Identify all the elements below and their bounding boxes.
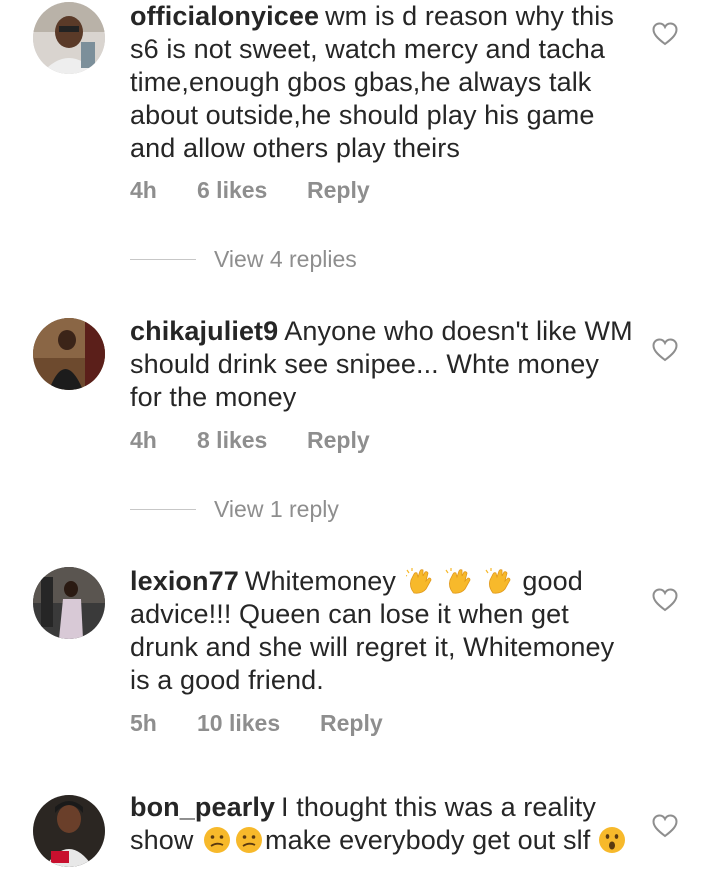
comment-time: 4h: [130, 427, 157, 453]
comment-username[interactable]: chikajuliet9: [130, 316, 278, 346]
replies-divider: [130, 259, 196, 260]
reply-button[interactable]: Reply: [307, 426, 370, 454]
comment-meta: 4h 6 likes Reply: [130, 176, 530, 204]
reply-button[interactable]: Reply: [320, 709, 383, 737]
heart-outline-icon[interactable]: [652, 814, 678, 838]
comment-meta: 4h 8 likes Reply: [130, 426, 530, 454]
comment-meta: 5h 10 likes Reply: [130, 709, 530, 737]
clapping-hands-icon: [445, 567, 473, 595]
comment-text: lexion77 Whitemoney good advice!!! Queen …: [130, 565, 635, 697]
comment-text: officialonyicee wm is d reason why this s…: [130, 0, 635, 165]
view-replies[interactable]: View 1 reply: [130, 494, 450, 524]
avatar[interactable]: [33, 795, 105, 867]
clapping-hands-icon: [405, 567, 434, 595]
comment-text: bon_pearly I thought this was a reality s…: [130, 791, 635, 857]
avatar[interactable]: [33, 2, 105, 74]
heart-outline-icon[interactable]: [652, 588, 678, 612]
comment-username[interactable]: bon_pearly: [130, 792, 275, 822]
comment-likes[interactable]: 8 likes: [197, 426, 267, 454]
view-replies[interactable]: View 4 replies: [130, 244, 450, 274]
confused-face-icon: [203, 826, 231, 854]
clapping-hands-icon: [485, 567, 513, 595]
comment-time: 4h: [130, 177, 157, 203]
comment-likes[interactable]: 6 likes: [197, 176, 267, 204]
comment-body-start: Whitemoney: [244, 566, 396, 596]
comment-likes[interactable]: 10 likes: [197, 709, 280, 737]
comment-time: 5h: [130, 710, 157, 736]
comment-username[interactable]: lexion77: [130, 566, 239, 596]
comment-text: chikajuliet9 Anyone who doesn't like WM s…: [130, 315, 635, 414]
view-replies-label[interactable]: View 1 reply: [214, 494, 339, 524]
confused-face-icon: [235, 826, 263, 854]
view-replies-label[interactable]: View 4 replies: [214, 244, 357, 274]
comment-body-end: make everybody get out slf: [265, 825, 591, 855]
avatar[interactable]: [33, 318, 105, 390]
replies-divider: [130, 509, 196, 510]
heart-outline-icon[interactable]: [652, 22, 678, 46]
astonished-face-icon: [598, 826, 626, 854]
comment-username[interactable]: officialonyicee: [130, 1, 319, 31]
heart-outline-icon[interactable]: [652, 338, 678, 362]
avatar[interactable]: [33, 567, 105, 639]
reply-button[interactable]: Reply: [307, 176, 370, 204]
